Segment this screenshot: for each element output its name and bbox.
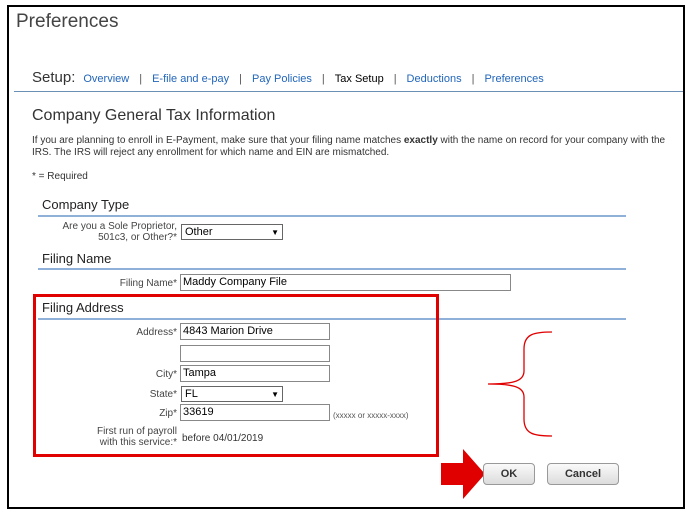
setup-divider bbox=[14, 91, 683, 92]
company-type-label: Are you a Sole Proprietor, 501c3, or Oth… bbox=[39, 221, 177, 243]
setup-label: Setup: bbox=[32, 69, 76, 86]
filing-name-label: Filing Name* bbox=[119, 278, 177, 289]
intro-text-part: If you are planning to enroll in E-Payme… bbox=[32, 135, 404, 146]
preferences-window: Preferences Setup: Overview | E-file and… bbox=[7, 5, 685, 509]
nav-separator: | bbox=[239, 73, 242, 85]
intro-text: If you are planning to enroll in E-Payme… bbox=[32, 135, 682, 159]
curly-brace-annotation bbox=[487, 331, 553, 437]
tab-preferences[interactable]: Preferences bbox=[484, 73, 543, 85]
filing-address-highlight-box bbox=[33, 294, 439, 457]
company-type-label-line: Are you a Sole Proprietor, bbox=[62, 221, 177, 232]
red-arrow-icon bbox=[441, 449, 485, 499]
company-type-label-line: 501c3, or Other?* bbox=[98, 232, 177, 243]
company-type-value: Other bbox=[185, 226, 213, 238]
nav-separator: | bbox=[471, 73, 475, 85]
filing-name-divider bbox=[38, 268, 626, 270]
window-title: Preferences bbox=[16, 11, 119, 32]
tab-pay-policies[interactable]: Pay Policies bbox=[252, 73, 312, 85]
tab-tax-setup[interactable]: Tax Setup bbox=[335, 73, 384, 85]
cancel-button[interactable]: Cancel bbox=[547, 463, 619, 485]
required-note: * = Required bbox=[32, 171, 88, 182]
nav-separator: | bbox=[139, 73, 143, 85]
intro-emphasis: exactly bbox=[403, 135, 438, 146]
company-type-divider bbox=[38, 215, 626, 217]
tab-efile-epay[interactable]: E-file and e-pay bbox=[152, 73, 229, 85]
page-title: Company General Tax Information bbox=[32, 107, 276, 124]
company-type-heading: Company Type bbox=[42, 197, 130, 212]
filing-name-input[interactable]: Maddy Company File bbox=[180, 274, 511, 291]
nav-separator: | bbox=[321, 73, 325, 85]
nav-separator: | bbox=[393, 73, 397, 85]
setup-nav: Setup: Overview | E-file and e-pay | Pay… bbox=[32, 69, 544, 91]
tab-deductions[interactable]: Deductions bbox=[407, 73, 462, 85]
company-type-select[interactable]: Other ▼ bbox=[181, 224, 283, 240]
dropdown-arrow-icon: ▼ bbox=[271, 227, 279, 237]
ok-button[interactable]: OK bbox=[483, 463, 535, 485]
filing-name-heading: Filing Name bbox=[42, 251, 112, 266]
tab-overview[interactable]: Overview bbox=[83, 73, 129, 85]
